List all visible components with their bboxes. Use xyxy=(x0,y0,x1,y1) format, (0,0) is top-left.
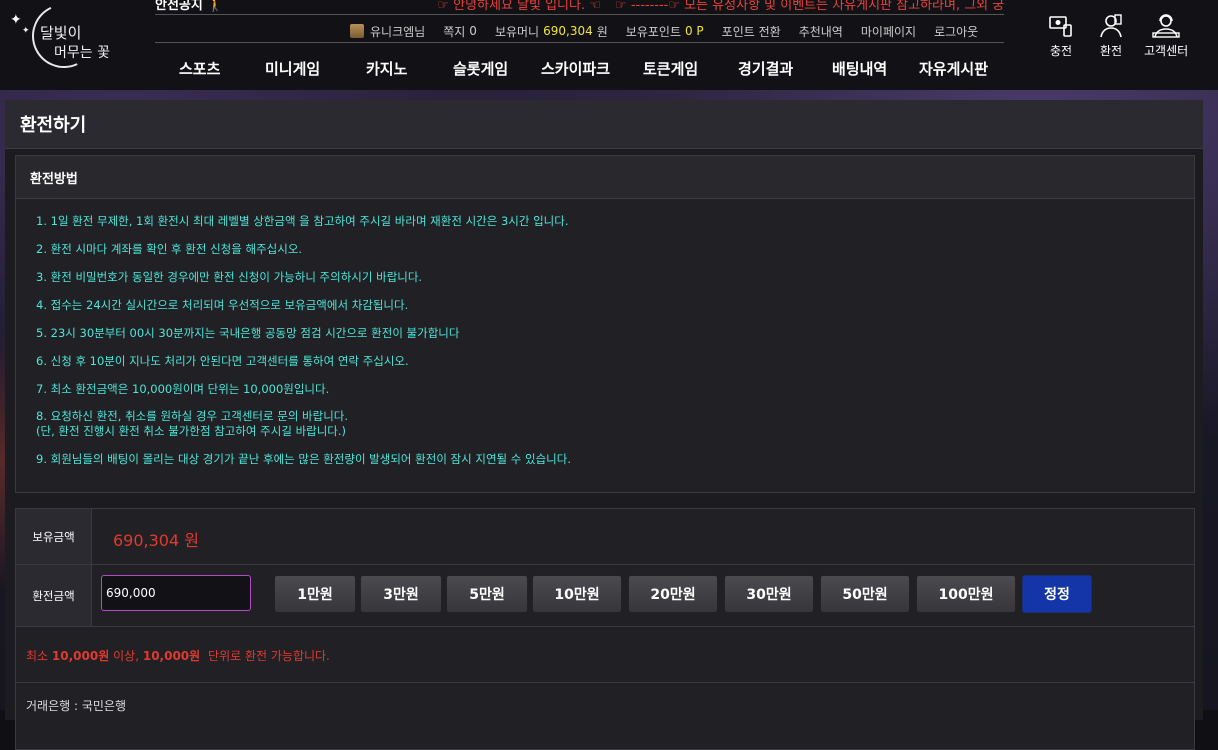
nav-sports[interactable]: 스포츠 xyxy=(179,58,220,79)
nav-token-game[interactable]: 토큰게임 xyxy=(643,58,698,79)
rule-item: 7. 최소 환전금액은 10,000원이며 단위는 10,000원입니다. xyxy=(36,382,330,396)
logo-line1: 달빛이 xyxy=(40,24,82,42)
messages-label: 쪽지 xyxy=(443,24,466,39)
money-label: 보유머니 xyxy=(494,24,540,39)
add-300k-button[interactable]: 30만원 xyxy=(724,575,814,613)
nav-bet-history[interactable]: 배팅내역 xyxy=(832,58,887,79)
money-unit: 원 xyxy=(596,24,608,39)
add-50k-button[interactable]: 5만원 xyxy=(446,575,528,613)
amount-input[interactable] xyxy=(101,575,251,611)
rule-item: 9. 회원님들의 배팅이 몰리는 대상 경기가 끝난 후에는 많은 환전량이 발… xyxy=(36,452,571,466)
add-500k-button[interactable]: 50만원 xyxy=(820,575,910,613)
main-nav: 스포츠 미니게임 카지노 슬롯게임 스카이파크 토큰게임 경기결과 배팅내역 자… xyxy=(155,52,1005,84)
correct-button[interactable]: 정정 xyxy=(1022,575,1092,613)
rule-item: 4. 접수는 24시간 실시간으로 처리되며 우선적으로 보유금액에서 차감됩니… xyxy=(36,298,409,312)
nav-skypark[interactable]: 스카이파크 xyxy=(541,58,610,79)
notice-row: 최소 10,000원 이상, 10,000원 단위로 환전 가능합니다. xyxy=(16,627,1194,683)
support-label: 고객센터 xyxy=(1144,44,1189,58)
add-30k-button[interactable]: 3만원 xyxy=(360,575,442,613)
money-display: 보유머니 690,304 원 xyxy=(495,23,608,40)
add-1m-button[interactable]: 100만원 xyxy=(916,575,1016,613)
withdraw-label: 환전 xyxy=(1099,44,1123,58)
bank-info: 거래은행 : 국민은행 xyxy=(26,699,126,713)
nav-casino[interactable]: 카지노 xyxy=(366,58,407,79)
header: ✦ ✦ 달빛이 머무는 꽃 안전공지 🚶 ☞ 안녕하세요 달빛 입니다. ☜ ☞… xyxy=(0,0,1218,90)
logout-link[interactable]: 로그아웃 xyxy=(934,23,978,40)
rules-heading: 환전방법 xyxy=(16,156,1194,199)
rule-item: 1. 1일 환전 무제한, 1회 환전시 최대 레벨별 상한금액 을 참고하여 … xyxy=(36,214,569,228)
withdraw-panel: 환전하기 환전방법 1. 1일 환전 무제한, 1회 환전시 최대 레벨별 상한… xyxy=(5,100,1203,750)
divider xyxy=(155,42,1004,43)
deposit-icon xyxy=(1046,12,1076,40)
withdraw-form: 보유금액 690,304 원 환전금액 1만원 3만원 5만원 10만원 20만… xyxy=(15,508,1195,750)
quick-withdraw[interactable]: 환전 xyxy=(1096,12,1126,59)
withdraw-notice: 최소 10,000원 이상, 10,000원 단위로 환전 가능합니다. xyxy=(26,649,330,663)
ticker-message-2: ☞ --------☞ 모든 유정사항 및 이벤트는 자유게시판 참고하라며, … xyxy=(615,0,1005,12)
add-10k-button[interactable]: 1만원 xyxy=(274,575,356,613)
page-title: 환전하기 xyxy=(5,100,1203,149)
nav-minigame[interactable]: 미니게임 xyxy=(265,58,320,79)
balance-value: 690,304 원 xyxy=(113,531,199,550)
quick-support[interactable]: 고객센터 xyxy=(1144,12,1188,59)
rule-item: 8. 요청하신 환전, 취소를 원하실 경우 고객센터로 문의 바랍니다. (단… xyxy=(36,409,349,438)
rule-item: 3. 환전 비밀번호가 동일한 경우에만 환전 신청이 가능하니 주의하시기 바… xyxy=(36,270,423,284)
star-icon: ✦ xyxy=(10,12,22,28)
nav-free-board[interactable]: 자유게시판 xyxy=(919,58,988,79)
user-level-name: 유니크엠님 xyxy=(370,24,426,39)
add-200k-button[interactable]: 20만원 xyxy=(628,575,718,613)
amount-row: 환전금액 1만원 3만원 5만원 10만원 20만원 30만원 50만원 100… xyxy=(16,565,1194,627)
divider xyxy=(155,14,1004,15)
level-badge-icon xyxy=(350,24,364,38)
rule-item: 5. 23시 30분부터 00시 30분까지는 국내은행 공동망 점검 시간으로… xyxy=(36,326,460,340)
rules-box: 환전방법 1. 1일 환전 무제한, 1회 환전시 최대 레벨별 상한금액 을 … xyxy=(15,155,1195,493)
point-value: 0 P xyxy=(684,24,704,38)
ticker-label: 안전공지 xyxy=(155,0,203,12)
referrals-link[interactable]: 추천내역 xyxy=(799,23,843,40)
point-display: 보유포인트 0 P xyxy=(626,23,704,40)
balance-row: 보유금액 690,304 원 xyxy=(16,509,1194,565)
withdraw-icon xyxy=(1096,12,1126,40)
amount-label: 환전금액 xyxy=(16,565,92,626)
mypage-link[interactable]: 마이페이지 xyxy=(861,23,916,40)
person-icon: 🚶 xyxy=(206,0,224,12)
notice-ticker[interactable]: 안전공지 🚶 ☞ 안녕하세요 달빛 입니다. ☜ ☞ --------☞ 모든 … xyxy=(155,0,1005,12)
nav-slot[interactable]: 슬롯게임 xyxy=(453,58,508,79)
ticker-message: ☞ 안녕하세요 달빛 입니다. ☜ xyxy=(437,0,601,12)
logo-line2: 머무는 꽃 xyxy=(54,45,110,61)
support-icon xyxy=(1151,12,1181,40)
deposit-label: 충전 xyxy=(1049,44,1073,58)
add-100k-button[interactable]: 10만원 xyxy=(532,575,622,613)
point-convert-link[interactable]: 포인트 전환 xyxy=(722,23,781,40)
user-level: 유니크엠님 xyxy=(350,23,425,40)
messages-count: 0 xyxy=(469,24,477,38)
user-bar: 유니크엠님 쪽지 0 보유머니 690,304 원 보유포인트 0 P 포인트 … xyxy=(350,20,996,42)
money-value: 690,304 xyxy=(543,24,593,38)
star-icon: ✦ xyxy=(22,26,30,36)
rule-item: 2. 환전 시마다 계좌를 확인 후 환전 신청을 해주십시오. xyxy=(36,242,303,256)
site-logo[interactable]: ✦ ✦ 달빛이 머무는 꽃 xyxy=(4,0,154,78)
messages-link[interactable]: 쪽지 0 xyxy=(443,23,477,40)
nav-results[interactable]: 경기결과 xyxy=(738,58,793,79)
balance-label: 보유금액 xyxy=(16,509,92,564)
quick-deposit[interactable]: 충전 xyxy=(1046,12,1076,59)
rule-item: 6. 신청 후 10분이 지나도 처리가 안된다면 고객센터를 통하여 연락 주… xyxy=(36,354,409,368)
point-label: 보유포인트 xyxy=(625,24,681,39)
